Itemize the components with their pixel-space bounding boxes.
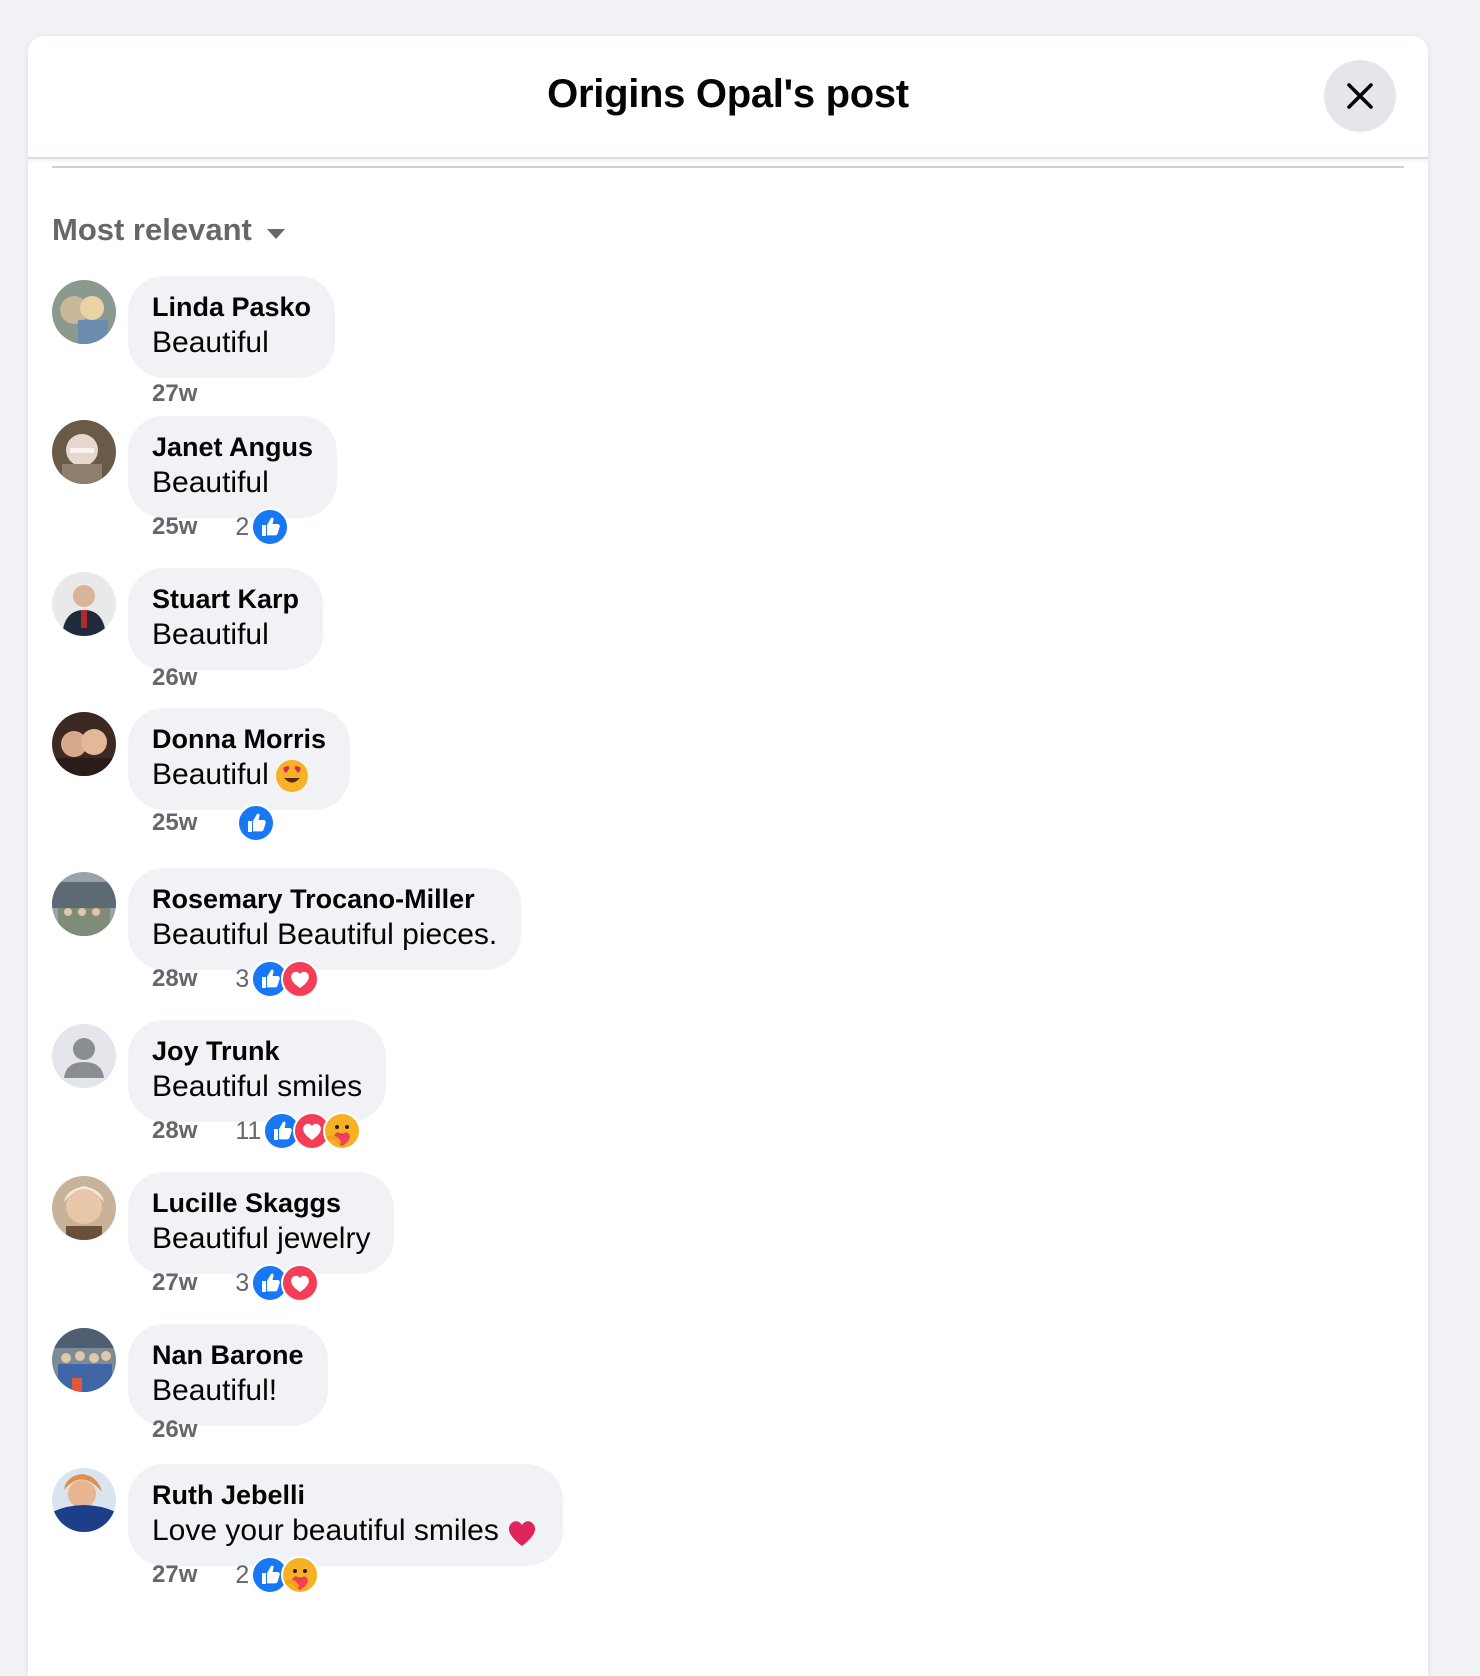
reaction-count: 11 — [235, 1116, 262, 1145]
commenter-avatar[interactable] — [52, 420, 116, 484]
comment-meta: 25w — [152, 804, 276, 842]
comment-text: Beautiful! — [152, 1372, 304, 1410]
comment-text-body: Beautiful jewelry — [152, 1222, 371, 1255]
commenter-avatar[interactable] — [52, 712, 116, 776]
heart-eyes-emoji — [269, 758, 309, 793]
reaction-summary[interactable]: 3 — [235, 1264, 320, 1302]
comment-timestamp[interactable]: 27w — [152, 1561, 197, 1589]
reaction-count: 3 — [235, 964, 250, 993]
commenter-avatar[interactable] — [52, 280, 116, 344]
commenter-name[interactable]: Joy Trunk — [152, 1034, 362, 1068]
comment-meta: 26w — [152, 664, 197, 692]
comment-text-body: Love your beautiful smiles — [152, 1514, 499, 1547]
comment-meta: 27w — [152, 380, 197, 408]
commenter-name[interactable]: Nan Barone — [152, 1338, 304, 1372]
comment-timestamp[interactable]: 25w — [152, 513, 197, 541]
commenter-avatar[interactable] — [52, 1468, 116, 1532]
commenter-avatar[interactable] — [52, 1176, 116, 1240]
close-x-icon — [1347, 83, 1373, 109]
comment-text: Beautiful — [152, 616, 299, 654]
comment-timestamp[interactable]: 27w — [152, 380, 197, 408]
commenter-avatar[interactable] — [52, 572, 116, 636]
commenter-avatar[interactable] — [52, 1024, 116, 1088]
comment-text: Beautiful — [152, 464, 313, 502]
caret-down-icon — [266, 212, 286, 248]
comment-text-body: Beautiful — [152, 326, 269, 359]
commenter-name[interactable]: Lucille Skaggs — [152, 1186, 370, 1220]
dialog-title: Origins Opal's post — [547, 72, 909, 116]
comment-bubble: Ruth Jebelli Love your beautiful smiles — [128, 1464, 563, 1566]
comment-timestamp[interactable]: 28w — [152, 965, 197, 993]
comment-text-body: Beautiful Beautiful pieces. — [152, 918, 498, 951]
comment-bubble: Stuart Karp Beautiful — [128, 568, 324, 670]
close-button[interactable] — [1324, 60, 1396, 132]
comment-text-body: Beautiful! — [152, 1374, 278, 1407]
like-reaction-icon — [251, 508, 290, 546]
comment-bubble: Donna Morris Beautiful — [128, 708, 351, 810]
comment-meta: 28w 3 — [152, 960, 320, 998]
comment-text-body: Beautiful — [152, 758, 269, 791]
commenter-name[interactable]: Rosemary Trocano-Miller — [152, 882, 497, 916]
comment-timestamp[interactable]: 28w — [152, 1117, 197, 1145]
reaction-count: 2 — [235, 1560, 250, 1589]
like-reaction-icon — [237, 804, 276, 842]
divider — [52, 166, 1404, 168]
comment-bubble: Lucille Skaggs Beautiful jewelry — [128, 1172, 395, 1274]
reaction-summary[interactable]: 2 — [235, 508, 290, 546]
care-reaction-icon — [323, 1112, 362, 1150]
commenter-name[interactable]: Janet Angus — [152, 430, 313, 464]
comment-meta: 28w 11 — [152, 1112, 362, 1150]
reaction-count: 3 — [235, 1268, 250, 1297]
comment-text-body: Beautiful — [152, 618, 269, 651]
comment-meta: 27w 3 — [152, 1264, 320, 1302]
commenter-name[interactable]: Stuart Karp — [152, 582, 299, 616]
comment-bubble: Janet Angus Beautiful — [128, 416, 338, 518]
comment-meta: 25w 2 — [152, 508, 290, 546]
comment-meta: 26w — [152, 1416, 197, 1444]
comment-text-body: Beautiful smiles — [152, 1070, 363, 1103]
sort-dropdown[interactable]: Most relevant — [52, 212, 286, 248]
comment-text: Beautiful — [152, 324, 311, 362]
comment-timestamp[interactable]: 26w — [152, 1416, 197, 1444]
comment-text: Beautiful — [152, 756, 326, 794]
comment-bubble: Joy Trunk Beautiful smiles — [128, 1020, 387, 1122]
sort-label: Most relevant — [52, 212, 252, 247]
dialog-header: Origins Opal's post — [28, 36, 1428, 159]
reaction-summary[interactable]: 2 — [235, 1556, 320, 1594]
comment-bubble: Rosemary Trocano-Miller Beautiful Beautif… — [128, 868, 522, 970]
care-reaction-icon — [281, 1556, 320, 1594]
comment-timestamp[interactable]: 27w — [152, 1269, 197, 1297]
comment-text: Beautiful jewelry — [152, 1220, 370, 1258]
comment-timestamp[interactable]: 26w — [152, 664, 197, 692]
commenter-name[interactable]: Ruth Jebelli — [152, 1478, 539, 1512]
commenter-avatar[interactable] — [52, 872, 116, 936]
comment-timestamp[interactable]: 25w — [152, 809, 197, 837]
comment-text: Beautiful Beautiful pieces. — [152, 916, 497, 954]
commenter-name[interactable]: Linda Pasko — [152, 290, 311, 324]
commenter-name[interactable]: Donna Morris — [152, 722, 326, 756]
love-reaction-icon — [281, 1264, 320, 1302]
love-reaction-icon — [281, 960, 320, 998]
comment-text-body: Beautiful — [152, 466, 269, 499]
comment-bubble: Linda Pasko Beautiful — [128, 276, 336, 378]
reaction-summary[interactable] — [235, 804, 276, 842]
red-heart-emoji — [499, 1514, 539, 1547]
reaction-count: 2 — [235, 512, 250, 541]
comment-text: Beautiful smiles — [152, 1068, 362, 1106]
comment-bubble: Nan Barone Beautiful! — [128, 1324, 328, 1426]
comment-text: Love your beautiful smiles — [152, 1512, 539, 1550]
reaction-summary[interactable]: 11 — [235, 1112, 362, 1150]
commenter-avatar[interactable] — [52, 1328, 116, 1392]
comment-meta: 27w 2 — [152, 1556, 320, 1594]
post-comments-dialog: Origins Opal's post Most relevant Linda … — [28, 36, 1428, 1676]
reaction-summary[interactable]: 3 — [235, 960, 320, 998]
